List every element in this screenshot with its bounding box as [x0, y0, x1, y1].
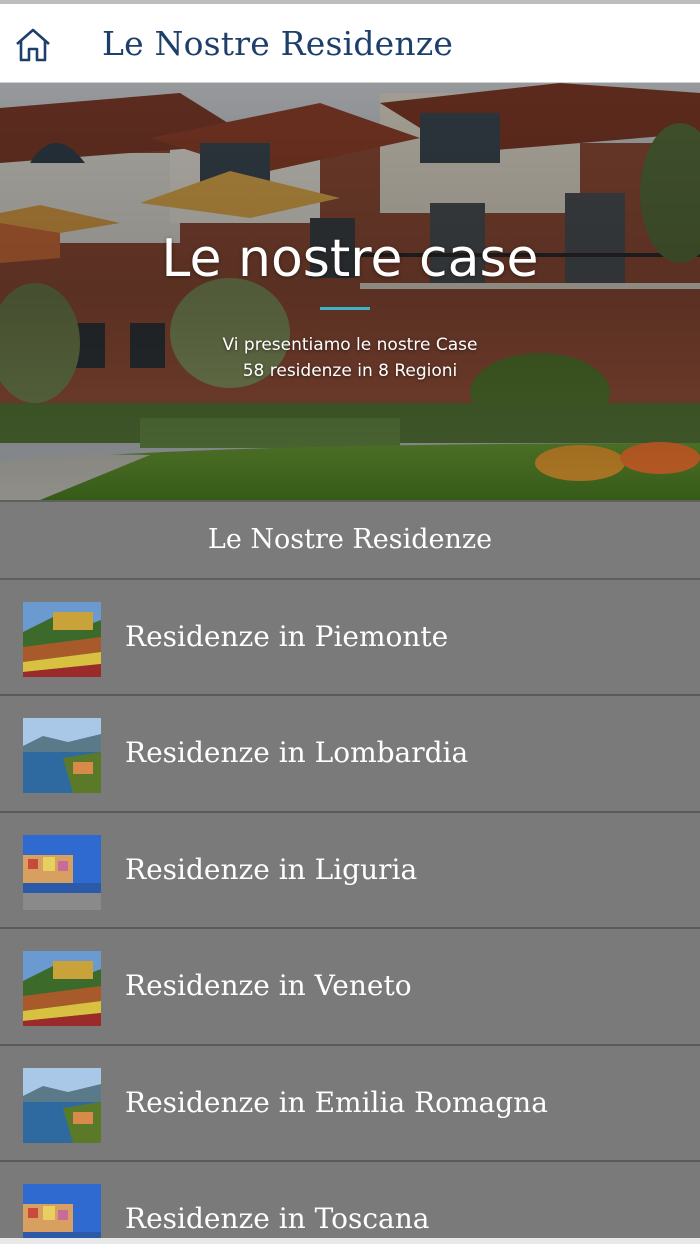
home-icon [16, 28, 50, 62]
region-label: Residenze in Liguria [125, 852, 418, 886]
region-thumbnail [23, 834, 101, 910]
region-thumbnail [23, 951, 101, 1027]
hero-divider [320, 307, 370, 310]
region-thumbnail [23, 602, 101, 677]
list-item-lombardia[interactable]: Residenze in Lombardia [0, 696, 700, 813]
list-item-piemonte[interactable]: Residenze in Piemonte [0, 580, 700, 697]
region-list: Residenze in Piemonte Residenze in Lomba… [0, 580, 700, 1244]
region-thumbnail [23, 718, 101, 794]
region-thumbnail [23, 1067, 101, 1143]
app-header: Le Nostre Residenze [0, 4, 700, 83]
hero-banner: Le nostre case Vi presentiamo le nostre … [0, 83, 700, 500]
hero-photo-residence [0, 83, 700, 500]
region-label: Residenze in Toscana [125, 1201, 430, 1235]
region-label: Residenze in Veneto [125, 969, 412, 1003]
hero-subtitle: Vi presentiamo le nostre Case [222, 335, 478, 355]
home-button[interactable] [14, 26, 52, 64]
list-item-emilia-romagna[interactable]: Residenze in Emilia Romagna [0, 1045, 700, 1162]
bottom-edge [0, 1238, 700, 1244]
region-thumbnail [23, 1183, 101, 1244]
section-title: Le Nostre Residenze [207, 524, 493, 555]
section-header: Le Nostre Residenze [0, 500, 700, 580]
region-label: Residenze in Piemonte [125, 620, 449, 653]
page-title: Le Nostre Residenze [102, 24, 454, 63]
region-label: Residenze in Lombardia [125, 736, 469, 770]
list-item-veneto[interactable]: Residenze in Veneto [0, 929, 700, 1046]
region-label: Residenze in Emilia Romagna [125, 1085, 548, 1119]
hero-residence-count: 58 residenze in 8 Regioni [242, 361, 458, 381]
hero-title: Le nostre case [161, 229, 539, 289]
list-item-toscana[interactable]: Residenze in Toscana [0, 1161, 700, 1244]
list-item-liguria[interactable]: Residenze in Liguria [0, 812, 700, 930]
